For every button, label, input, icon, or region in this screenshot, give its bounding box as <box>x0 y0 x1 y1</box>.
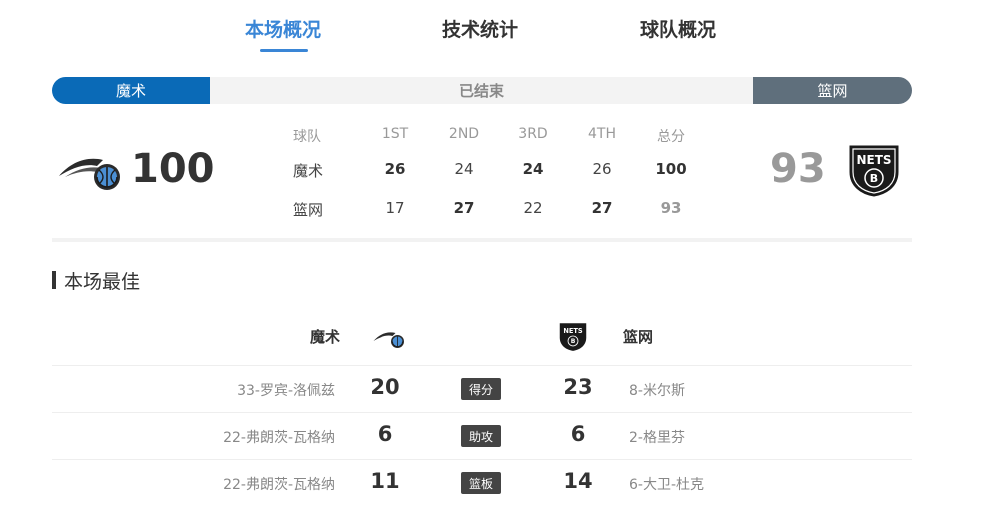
tab-bar: 本场概况 技术统计 球队概况 <box>0 0 1000 60</box>
home-q3: 24 <box>522 160 544 178</box>
home-stat-value: 11 <box>370 469 400 493</box>
orlando-magic-logo-icon <box>59 158 120 190</box>
header-q1: 1ST <box>381 126 409 142</box>
header-q2: 2ND <box>448 126 480 142</box>
game-state-label: 已结束 <box>210 77 753 104</box>
game-status-bar: 魔术 已结束 篮网 <box>52 77 912 104</box>
brooklyn-nets-logo-icon: NETS B <box>849 145 899 197</box>
away-total: 93 <box>660 199 682 217</box>
header-team: 球队 <box>293 129 321 145</box>
active-tab-indicator <box>260 49 308 52</box>
away-stat-value: 23 <box>563 375 593 399</box>
header-q3: 3RD <box>518 126 548 142</box>
tab-game-overview[interactable]: 本场概况 <box>245 15 321 42</box>
away-player-name[interactable]: 6-大卫-杜克 <box>629 474 704 494</box>
home-stat-value: 6 <box>377 422 393 446</box>
stat-category-badge: 篮板 <box>461 472 501 494</box>
home-player-name[interactable]: 33-罗宾-洛佩兹 <box>237 380 335 400</box>
svg-text:NETS: NETS <box>563 327 583 335</box>
home-total: 100 <box>655 160 687 178</box>
orlando-magic-logo-icon <box>373 332 404 348</box>
header-q4: 4TH <box>588 126 616 142</box>
away-q1: 17 <box>385 199 405 217</box>
home-stat-value: 20 <box>370 375 400 399</box>
home-player-name[interactable]: 22-弗朗茨-瓦格纳 <box>223 474 335 494</box>
best-header: 魔术 NETS B 篮网 <box>52 318 912 358</box>
row-home-team: 魔术 <box>293 162 324 180</box>
best-row-assists: 22-弗朗茨-瓦格纳 6 助攻 6 2-格里芬 <box>52 412 912 460</box>
header-total: 总分 <box>657 129 685 145</box>
home-player-name[interactable]: 22-弗朗茨-瓦格纳 <box>223 427 335 447</box>
away-player-name[interactable]: 8-米尔斯 <box>629 380 685 400</box>
tab-technical-stats[interactable]: 技术统计 <box>442 15 518 42</box>
away-stat-value: 14 <box>563 469 593 493</box>
away-q3: 22 <box>523 199 543 217</box>
best-row-rebounds: 22-弗朗茨-瓦格纳 11 篮板 14 6-大卫-杜克 <box>52 459 912 507</box>
scoreboard: 100 球队 1ST 2ND 3RD 4TH 总分 魔术 26 24 24 26… <box>52 110 912 238</box>
tab-team-overview[interactable]: 球队概况 <box>640 15 716 42</box>
svg-text:NETS: NETS <box>856 153 891 167</box>
best-row-points: 33-罗宾-洛佩兹 20 得分 23 8-米尔斯 <box>52 365 912 413</box>
best-title-text: 本场最佳 <box>64 270 141 293</box>
home-q4: 26 <box>592 160 612 178</box>
home-q1: 26 <box>384 160 406 178</box>
svg-text:B: B <box>571 338 576 345</box>
away-score: 93 <box>770 146 826 192</box>
brooklyn-nets-logo-icon: NETS B <box>559 323 587 351</box>
svg-text:B: B <box>870 172 878 185</box>
home-score: 100 <box>131 146 215 192</box>
away-stat-value: 6 <box>570 422 586 446</box>
best-section-title: 本场最佳 <box>52 268 141 293</box>
away-player-name[interactable]: 2-格里芬 <box>629 427 685 447</box>
home-team-pill: 魔术 <box>52 77 210 104</box>
section-divider <box>52 238 912 242</box>
title-accent-bar <box>52 271 56 289</box>
stat-category-badge: 得分 <box>461 378 501 400</box>
best-away-team: 篮网 <box>623 328 654 346</box>
home-q2: 24 <box>454 160 474 178</box>
stat-category-badge: 助攻 <box>461 425 501 447</box>
best-home-team: 魔术 <box>309 328 340 346</box>
away-team-pill: 篮网 <box>753 77 912 104</box>
away-q2: 27 <box>453 199 475 217</box>
row-away-team: 篮网 <box>293 201 324 219</box>
away-q4: 27 <box>591 199 613 217</box>
